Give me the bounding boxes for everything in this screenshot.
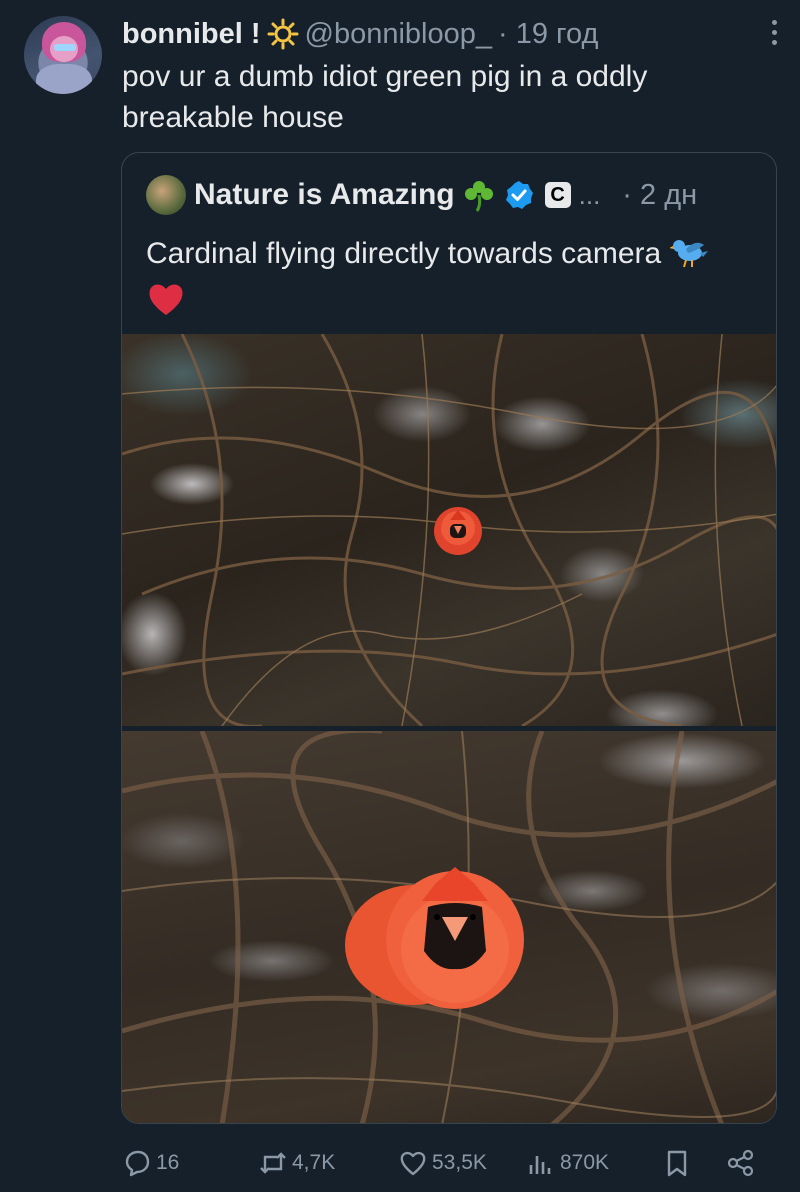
author-avatar[interactable] bbox=[24, 16, 102, 94]
tweet-text: pov ur a dumb idiot green pig in a oddly… bbox=[122, 60, 648, 134]
red-heart-icon bbox=[149, 284, 183, 315]
like-button[interactable]: 53,5K bbox=[398, 1145, 487, 1181]
views-chart-icon bbox=[529, 1156, 551, 1174]
shamrock-icon bbox=[464, 181, 493, 212]
heart-icon bbox=[400, 1151, 426, 1176]
share-icon bbox=[727, 1149, 754, 1177]
bookmark-button[interactable] bbox=[662, 1145, 696, 1181]
cardinal-far bbox=[434, 507, 482, 555]
author-name[interactable]: bonnibel ! bbox=[122, 18, 261, 51]
quoted-tweet[interactable]: Nature is Amazing C ... · 2 дн Cardinal … bbox=[121, 152, 777, 1124]
affiliate-badge-icon: C bbox=[544, 182, 571, 208]
quoted-author-name: Nature is Amazing bbox=[194, 178, 455, 211]
views-button[interactable]: 870K bbox=[526, 1145, 609, 1181]
sun-icon bbox=[267, 18, 299, 50]
reply-icon bbox=[125, 1150, 150, 1177]
repost-count: 4,7K bbox=[292, 1151, 336, 1174]
more-options-icon[interactable] bbox=[770, 20, 778, 48]
bookmark-icon bbox=[667, 1150, 687, 1177]
quoted-image-1[interactable] bbox=[122, 334, 776, 726]
quoted-avatar bbox=[146, 175, 186, 215]
cardinal-near bbox=[345, 867, 524, 1009]
quoted-header: Nature is Amazing C ... · 2 дн bbox=[146, 175, 697, 215]
like-count: 53,5K bbox=[432, 1151, 487, 1174]
tweet-header: bonnibel ! @bonnibloop_ · 19 год bbox=[122, 14, 598, 54]
quoted-text: Cardinal flying directly towards camera bbox=[146, 231, 746, 323]
action-bar: 16 4,7K 53,5K 870K bbox=[122, 1145, 762, 1181]
share-button[interactable] bbox=[726, 1145, 760, 1181]
verified-badge-icon bbox=[505, 181, 533, 209]
view-count: 870K bbox=[560, 1151, 610, 1174]
repost-icon bbox=[260, 1152, 286, 1174]
author-handle[interactable]: @bonnibloop_ bbox=[305, 18, 492, 51]
name-overflow: ... bbox=[578, 179, 601, 210]
reply-count: 16 bbox=[156, 1151, 180, 1174]
repost-button[interactable]: 4,7K bbox=[258, 1145, 335, 1181]
bird-icon bbox=[669, 240, 708, 268]
reply-button[interactable]: 16 bbox=[122, 1145, 179, 1181]
quoted-time: · 2 дн bbox=[622, 178, 698, 211]
tweet-time[interactable]: · 19 год bbox=[498, 18, 598, 51]
quoted-image-2[interactable] bbox=[122, 731, 776, 1123]
